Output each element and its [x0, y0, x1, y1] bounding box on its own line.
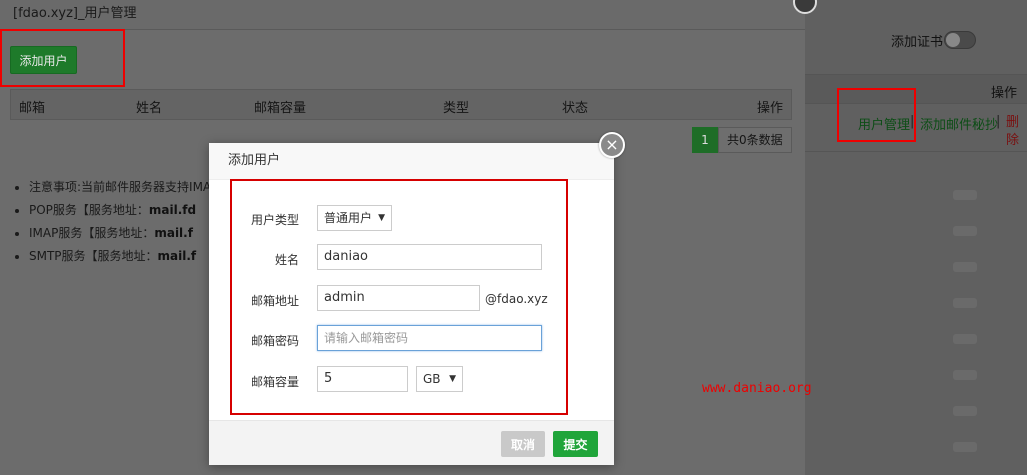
highlight-box-add-user [0, 29, 125, 87]
dialog-close-icon[interactable]: × [599, 132, 625, 158]
user-table-header: 邮箱 姓名 邮箱容量 类型 状态 操作 [10, 89, 792, 120]
column-header-type: 类型 [443, 101, 470, 116]
add-mail-secret-link[interactable]: 添加邮件秘抄 [920, 114, 998, 133]
faded-row-item [953, 262, 977, 272]
capacity-unit-value: GB [423, 372, 441, 386]
capacity-input[interactable]: 5 [317, 366, 408, 392]
dialog-title: 添加用户 [209, 143, 614, 180]
toggle-knob [946, 33, 960, 47]
op-column-header: 操作 [990, 86, 1017, 101]
note-item: SMTP服务【服务地址：mail.f [29, 247, 218, 264]
password-label: 邮箱密码 [250, 334, 299, 348]
faded-row-item [953, 370, 977, 380]
column-header-name: 姓名 [136, 101, 163, 116]
name-label: 姓名 [274, 253, 299, 267]
page-total-info: 共0条数据 [718, 127, 792, 153]
capacity-unit-select[interactable]: GB ▼ [416, 366, 463, 392]
user-type-value: 普通用户 [324, 211, 373, 225]
dialog-footer: 取消 提交 [209, 420, 614, 465]
email-input[interactable]: admin [317, 285, 480, 311]
background-mail-site-panel: 添加证书 操作 用户管理 | 添加邮件秘抄 | 删除 [805, 0, 1027, 475]
page-number[interactable]: 1 [692, 127, 718, 153]
note-item: 注意事项:当前邮件服务器支持IMAP [29, 178, 218, 195]
user-type-select[interactable]: 普通用户 ▼ [317, 205, 392, 231]
email-label: 邮箱地址 [250, 294, 299, 308]
user-manage-title: [fdao.xyz]_用户管理 [0, 0, 805, 30]
column-header-status: 状态 [562, 101, 589, 116]
faded-row-item [953, 298, 977, 308]
delete-link[interactable]: 删除 [1006, 114, 1020, 150]
add-cert-toggle[interactable] [944, 31, 976, 49]
add-user-dialog: 添加用户 × 用户类型 普通用户 ▼ 姓名 daniao 邮箱地址 admin … [209, 132, 625, 465]
dropdown-arrow-icon: ▼ [449, 374, 456, 384]
user-type-label: 用户类型 [250, 213, 299, 227]
highlight-box-user-manage [837, 88, 916, 142]
submit-button[interactable]: 提交 [553, 431, 598, 457]
column-header-capacity: 邮箱容量 [254, 101, 307, 116]
watermark-text: www.daniao.org [702, 381, 812, 396]
name-input[interactable]: daniao [317, 244, 542, 270]
faded-row-item [953, 406, 977, 416]
email-domain-suffix: @fdao.xyz [485, 292, 548, 306]
note-item: IMAP服务【服务地址：mail.f [29, 224, 218, 241]
capacity-label: 邮箱容量 [250, 375, 299, 389]
faded-row-item [953, 190, 977, 200]
column-header-email: 邮箱 [19, 101, 46, 116]
password-input[interactable]: 请输入邮箱密码 [317, 325, 542, 351]
column-header-actions: 操作 [756, 101, 783, 116]
faded-row-item [953, 334, 977, 344]
faded-row-item [953, 226, 977, 236]
service-notes: 注意事项:当前邮件服务器支持IMAP POP服务【服务地址：mail.fd IM… [29, 178, 218, 270]
add-cert-label: 添加证书 [891, 35, 944, 50]
link-separator: | [996, 114, 1001, 129]
cancel-button[interactable]: 取消 [501, 431, 545, 457]
faded-row-item [953, 442, 977, 452]
note-item: POP服务【服务地址：mail.fd [29, 201, 218, 218]
dropdown-arrow-icon: ▼ [378, 213, 385, 223]
